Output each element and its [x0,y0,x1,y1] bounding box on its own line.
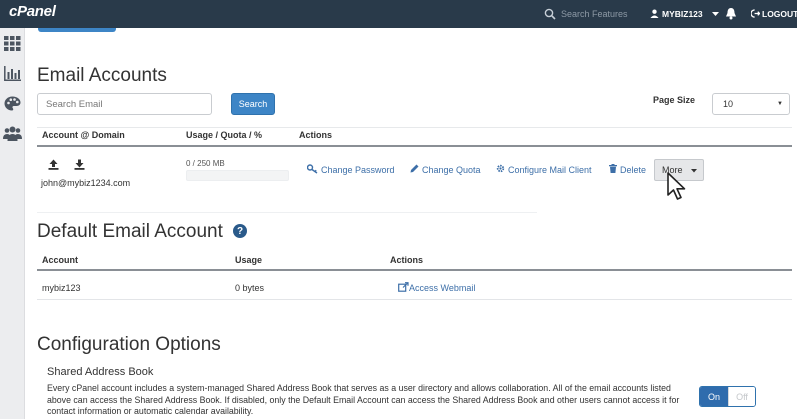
change-password-label: Change Password [321,165,395,175]
shared-address-book-toggle[interactable]: On Off [699,386,756,407]
help-icon[interactable]: ? [233,224,247,238]
quota-text: 0 / 250 MB [186,159,225,168]
logout-button[interactable]: LOGOUT [750,0,797,28]
column-header-account-domain[interactable]: Account @ Domain [42,130,125,140]
grid-icon[interactable] [3,34,22,52]
gear-icon [496,164,505,175]
mouse-cursor-icon [666,171,690,203]
column-header-usage-quota[interactable]: Usage / Quota / % [186,130,262,140]
page-size-value: 10 [723,99,734,109]
caret-down-icon: ▼ [777,101,783,107]
users-icon[interactable] [3,124,22,142]
page-size-select[interactable]: 10 ▼ [712,93,790,115]
shared-address-book-label: Shared Address Book [47,366,154,378]
delete-link[interactable]: Delete [609,164,646,175]
upload-icon[interactable] [48,157,59,170]
default-row-divider [37,299,792,300]
access-webmail-label: Access Webmail [409,283,476,293]
default-account-usage: 0 bytes [235,283,265,293]
username-label: MYBIZ123 [662,9,703,19]
delete-label: Delete [620,164,647,175]
access-webmail-link[interactable]: Access Webmail [398,282,475,294]
toggle-off-option[interactable]: Off [728,387,755,406]
caret-down-icon [690,165,697,175]
main-content: Email Accounts Search Page Size 10 ▼ Acc… [25,28,797,419]
bar-chart-icon[interactable] [3,64,22,82]
quota-progress-bar [186,170,289,181]
table-header-divider [37,145,792,147]
account-email: john@mybiz1234.com [41,178,131,188]
pencil-icon [410,164,419,175]
shared-address-book-description: Every cPanel account includes a system-m… [47,383,680,416]
search-features-input[interactable] [561,4,641,23]
column-header-actions-default: Actions [390,255,424,265]
change-password-link[interactable]: Change Password [306,164,395,176]
default-account-name: mybiz123 [42,283,81,293]
configuration-options-title: Configuration Options [37,334,221,355]
external-link-icon [398,282,409,294]
logout-icon [750,8,761,20]
cpanel-logo[interactable]: cPanel [9,3,56,20]
row-divider [37,212,537,213]
default-table-header-divider [37,269,792,271]
user-menu[interactable]: MYBIZ123 [650,0,719,28]
top-bar: cPanel MYBIZ123 LOGOUT [0,0,797,28]
page-size-label: Page Size [653,95,696,105]
trash-icon [609,164,617,175]
change-quota-link[interactable]: Change Quota [410,164,481,175]
configure-mail-client-label: Configure Mail Client [508,164,592,175]
email-accounts-title: Email Accounts [37,65,167,86]
logout-label: LOGOUT [762,9,797,19]
search-email-input[interactable] [37,93,212,115]
chevron-down-icon [711,9,719,19]
column-header-usage: Usage [235,255,263,265]
bell-icon[interactable] [725,7,737,20]
sidebar [0,28,25,419]
configure-mail-client-link[interactable]: Configure Mail Client [496,164,592,175]
table-top-divider [37,127,792,128]
change-quota-label: Change Quota [422,164,481,175]
column-header-actions: Actions [299,130,333,140]
column-header-account: Account [42,255,78,265]
toggle-on-option[interactable]: On [700,387,728,406]
default-email-account-title: Default Email Account [37,221,223,242]
download-icon[interactable] [74,157,85,170]
search-button[interactable]: Search [231,93,275,115]
key-icon [306,164,318,176]
user-icon [650,9,659,20]
search-icon [544,7,556,20]
palette-icon[interactable] [3,94,22,112]
partial-button[interactable] [38,28,116,32]
